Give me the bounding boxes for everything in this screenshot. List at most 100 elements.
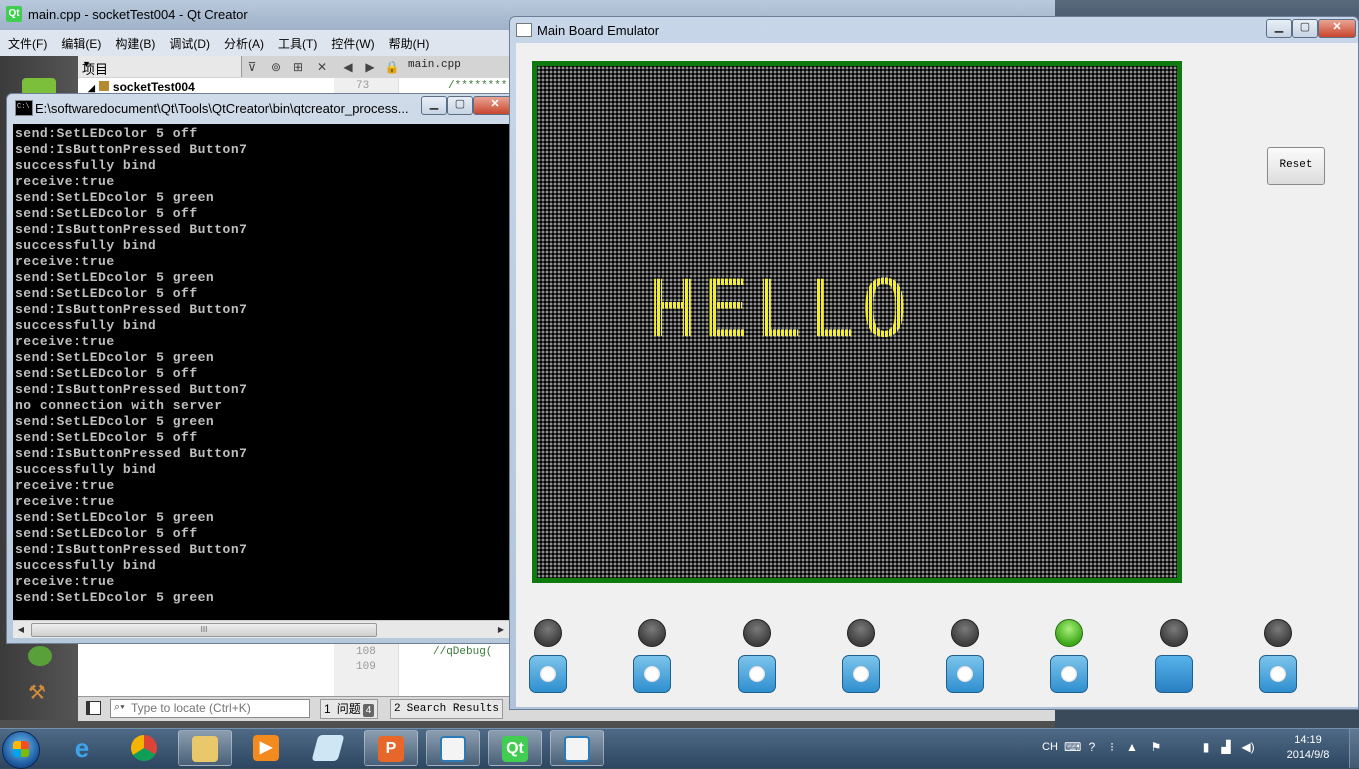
debug-run-icon[interactable] bbox=[28, 646, 52, 666]
action-center-flag-icon[interactable]: ⚑ bbox=[1148, 739, 1164, 755]
project-root-item[interactable]: ◢ socketTest004 bbox=[88, 80, 195, 94]
project-view-combo[interactable]: 项目 ▼ bbox=[78, 56, 242, 77]
board-button-4[interactable] bbox=[842, 655, 880, 693]
console-line: send:SetLEDcolor 5 green bbox=[15, 270, 215, 285]
menu-file[interactable]: 文件(F) bbox=[0, 30, 53, 56]
menu-build[interactable]: 构建(B) bbox=[107, 30, 161, 56]
console-line: send:SetLEDcolor 5 green bbox=[15, 510, 215, 525]
minimize-button[interactable]: ▁ bbox=[1266, 19, 1292, 38]
status-led-4 bbox=[847, 619, 875, 647]
maximize-button[interactable]: ▢ bbox=[1292, 19, 1318, 38]
menu-edit[interactable]: 编辑(E) bbox=[53, 30, 107, 56]
console-line: receive:true bbox=[15, 334, 115, 349]
console-line: send:SetLEDcolor 5 green bbox=[15, 590, 215, 605]
console-line: send:IsButtonPressed Button7 bbox=[15, 222, 248, 237]
help-icon[interactable]: ? bbox=[1084, 739, 1100, 755]
close-icon[interactable]: ✕ bbox=[314, 59, 330, 75]
minimize-button[interactable]: ▁ bbox=[421, 96, 447, 115]
menu-analyze[interactable]: 分析(A) bbox=[216, 30, 270, 56]
console-line: send:IsButtonPressed Button7 bbox=[15, 302, 248, 317]
board-button-5[interactable] bbox=[946, 655, 984, 693]
file-tab-main-cpp[interactable]: main.cpp bbox=[408, 59, 461, 71]
console-line: send:IsButtonPressed Button7 bbox=[15, 446, 248, 461]
taskbar-media-player[interactable]: ▶ bbox=[240, 730, 294, 766]
expand-arrow-icon: ◢ bbox=[88, 83, 95, 93]
ime-options-icon[interactable]: ⁝ bbox=[1104, 739, 1120, 755]
search-results-tab-label: Search Results bbox=[406, 703, 500, 715]
powerpoint-icon: P bbox=[378, 736, 404, 762]
issues-count-badge: 4 bbox=[362, 704, 375, 717]
scrollbar-thumb[interactable]: III bbox=[31, 623, 377, 637]
language-indicator[interactable]: CH bbox=[1042, 741, 1058, 753]
split-icon[interactable]: ⊞ bbox=[290, 59, 306, 75]
keyboard-icon[interactable]: ⌨ bbox=[1064, 739, 1081, 755]
show-hidden-icons-icon[interactable]: ▲ bbox=[1124, 739, 1140, 755]
show-desktop-button[interactable] bbox=[1349, 729, 1359, 768]
back-icon[interactable]: ◀ bbox=[340, 59, 356, 75]
chrome-icon bbox=[131, 735, 157, 761]
console-titlebar[interactable]: E:\softwaredocument\Qt\Tools\QtCreator\b… bbox=[7, 94, 526, 122]
board-button-2[interactable] bbox=[633, 655, 671, 693]
reset-button[interactable]: Reset bbox=[1267, 147, 1325, 185]
menu-debug[interactable]: 调试(D) bbox=[161, 30, 216, 56]
board-button-8[interactable] bbox=[1259, 655, 1297, 693]
taskbar-application[interactable] bbox=[426, 730, 480, 766]
filter-icon[interactable]: ⊽ bbox=[244, 59, 260, 75]
emulator-titlebar[interactable]: Main Board Emulator ▁ ▢ ✕ bbox=[510, 17, 1358, 43]
clock[interactable]: 14:19 2014/9/8 bbox=[1272, 733, 1344, 763]
console-line: successfully bind bbox=[15, 238, 157, 253]
menu-help[interactable]: 帮助(H) bbox=[381, 30, 436, 56]
console-window: E:\softwaredocument\Qt\Tools\QtCreator\b… bbox=[6, 93, 527, 644]
maximize-button[interactable]: ▢ bbox=[447, 96, 473, 115]
board-button-6[interactable] bbox=[1050, 655, 1088, 693]
locator[interactable]: ⌕▾ bbox=[110, 699, 310, 718]
board-button-3[interactable] bbox=[738, 655, 776, 693]
console-line: send:SetLEDcolor 5 off bbox=[15, 206, 198, 221]
taskbar-powerpoint[interactable]: P bbox=[364, 730, 418, 766]
locator-input[interactable] bbox=[131, 700, 305, 715]
sidebar-toggle-icon[interactable] bbox=[86, 701, 101, 715]
taskbar-application[interactable] bbox=[550, 730, 604, 766]
link-icon[interactable]: ⊚ bbox=[268, 59, 284, 75]
qt-logo-icon: Qt bbox=[6, 6, 22, 22]
code-comment: /******** bbox=[448, 80, 508, 92]
board-button-1[interactable] bbox=[529, 655, 567, 693]
issues-tab-label: 问题 bbox=[336, 702, 361, 716]
button-indicator-icon bbox=[957, 666, 973, 682]
taskbar-file-explorer[interactable] bbox=[178, 730, 232, 766]
network-icon[interactable]: ▟ bbox=[1218, 739, 1234, 755]
build-hammer-icon[interactable]: ⚒ bbox=[28, 680, 52, 704]
console-app-icon bbox=[15, 100, 33, 116]
close-button[interactable]: ✕ bbox=[1318, 19, 1356, 38]
taskbar-internet-explorer[interactable]: e bbox=[56, 730, 110, 766]
horizontal-scrollbar[interactable]: ◀ III ▶ bbox=[13, 620, 509, 638]
menu-widgets[interactable]: 控件(W) bbox=[323, 30, 380, 56]
application-window-icon bbox=[564, 736, 590, 762]
console-line: receive:true bbox=[15, 254, 115, 269]
button-indicator-icon bbox=[1061, 666, 1077, 682]
taskbar-qt-creator[interactable]: Qt bbox=[488, 730, 542, 766]
board-button-7[interactable] bbox=[1155, 655, 1193, 693]
console-line: send:SetLEDcolor 5 off bbox=[15, 286, 198, 301]
console-line: send:SetLEDcolor 5 off bbox=[15, 430, 198, 445]
console-line: send:IsButtonPressed Button7 bbox=[15, 142, 248, 157]
menu-tools[interactable]: 工具(T) bbox=[270, 30, 323, 56]
scroll-left-icon[interactable]: ◀ bbox=[13, 621, 29, 638]
start-button[interactable] bbox=[2, 731, 40, 769]
search-icon: ⌕▾ bbox=[114, 701, 125, 713]
line-number: 73 bbox=[356, 80, 370, 92]
issues-tab[interactable]: 1 问题 4 bbox=[320, 699, 379, 719]
volume-icon[interactable]: ◀) bbox=[1240, 739, 1256, 755]
console-line: receive:true bbox=[15, 174, 115, 189]
forward-icon[interactable]: ▶ bbox=[362, 59, 378, 75]
search-results-tab[interactable]: 2 Search Results bbox=[390, 699, 504, 719]
taskbar-chrome[interactable] bbox=[118, 730, 172, 766]
scroll-right-icon[interactable]: ▶ bbox=[493, 621, 509, 638]
power-icon[interactable]: ▮ bbox=[1198, 739, 1214, 755]
console-line: send:IsButtonPressed Button7 bbox=[15, 542, 248, 557]
console-line: successfully bind bbox=[15, 158, 157, 173]
console-output[interactable]: send:SetLEDcolor 5 off send:IsButtonPress… bbox=[13, 124, 509, 620]
taskbar-notepad[interactable] bbox=[302, 730, 356, 766]
line-number: 108 bbox=[356, 646, 376, 658]
status-led-5 bbox=[951, 619, 979, 647]
